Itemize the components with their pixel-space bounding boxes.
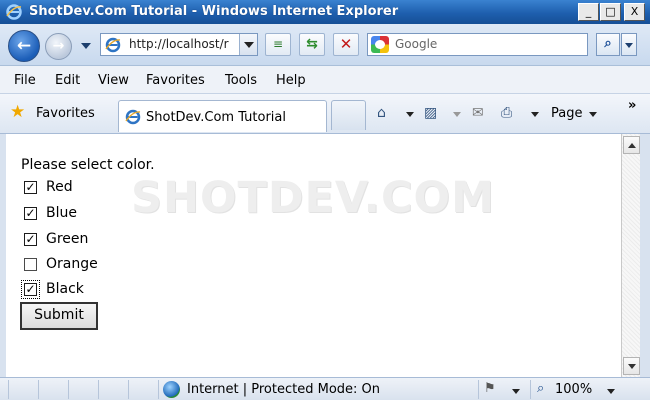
checkbox-red[interactable]: ✓: [24, 181, 37, 194]
rss-icon[interactable]: ▨: [424, 105, 437, 121]
option-label: Black: [46, 281, 84, 297]
arrow-right-icon: →: [52, 38, 65, 54]
minimize-button[interactable]: _: [578, 3, 599, 21]
security-zone[interactable]: Internet | Protected Mode: On: [187, 382, 380, 397]
page-icon: [125, 109, 141, 125]
zoom-dropdown[interactable]: [607, 389, 615, 394]
window-title: ShotDev.Com Tutorial - Windows Internet …: [29, 4, 399, 19]
address-bar[interactable]: http://localhost/r: [100, 33, 258, 56]
print-icon[interactable]: ⎙: [501, 105, 512, 121]
compatibility-view-button[interactable]: ≡: [265, 33, 291, 56]
address-input[interactable]: http://localhost/r: [129, 37, 237, 51]
ie-logo-icon: [6, 4, 22, 20]
title-bar: ShotDev.Com Tutorial - Windows Internet …: [0, 0, 650, 24]
menu-favorites[interactable]: Favorites: [146, 73, 205, 88]
status-bar: Internet | Protected Mode: On ⚑ ⌕ 100%: [0, 377, 650, 400]
mail-icon[interactable]: ✉: [472, 105, 484, 121]
navigation-bar: ← → http://localhost/r ≡ ⇆ ✕ Google ⌕: [0, 24, 650, 66]
checkbox-blue[interactable]: ✓: [24, 207, 37, 220]
prompt-text: Please select color.: [21, 157, 155, 173]
tab-shotdev[interactable]: ShotDev.Com Tutorial: [118, 100, 327, 132]
status-pane: [68, 380, 98, 399]
address-dropdown-button[interactable]: [239, 34, 257, 55]
print-dropdown[interactable]: [531, 112, 539, 117]
menu-view[interactable]: View: [98, 73, 129, 88]
search-button[interactable]: ⌕: [596, 33, 620, 56]
security-icon[interactable]: ⚑: [484, 381, 496, 396]
star-icon: ★: [10, 102, 26, 122]
scroll-up-button[interactable]: [623, 136, 640, 154]
option-label: Red: [46, 179, 73, 195]
search-box[interactable]: Google: [367, 33, 588, 56]
menu-bar: File Edit View Favorites Tools Help: [0, 66, 650, 94]
search-icon: ⌕: [604, 36, 612, 51]
tab-title: ShotDev.Com Tutorial: [146, 110, 286, 125]
back-button[interactable]: ←: [8, 30, 40, 62]
scroll-down-button[interactable]: [623, 357, 640, 375]
status-pane: [128, 380, 158, 399]
favorites-button[interactable]: Favorites: [36, 106, 95, 121]
zoom-level[interactable]: 100%: [555, 382, 592, 397]
refresh-button[interactable]: ⇆: [299, 33, 325, 56]
status-pane: [8, 380, 38, 399]
page-menu[interactable]: Page: [551, 106, 582, 121]
zoom-icon[interactable]: ⌕: [537, 381, 544, 396]
menu-tools[interactable]: Tools: [225, 73, 257, 88]
menu-file[interactable]: File: [14, 73, 36, 88]
checkbox-green[interactable]: ✓: [24, 233, 37, 246]
security-dropdown[interactable]: [512, 389, 520, 394]
page-icon: [105, 37, 121, 53]
feeds-dropdown[interactable]: [453, 112, 461, 117]
refresh-icon: ⇆: [306, 36, 318, 52]
home-dropdown[interactable]: [406, 112, 414, 117]
home-icon[interactable]: ⌂: [377, 105, 386, 121]
forward-button[interactable]: →: [45, 33, 72, 60]
option-label: Green: [46, 231, 89, 247]
vertical-scrollbar[interactable]: [621, 134, 640, 377]
status-pane: [98, 380, 128, 399]
option-label: Blue: [46, 205, 77, 221]
new-tab-button[interactable]: [331, 100, 366, 130]
submit-button[interactable]: Submit: [20, 302, 98, 330]
search-input[interactable]: Google: [395, 37, 437, 51]
checkbox-black[interactable]: ✓: [21, 280, 40, 299]
compatibility-icon: ≡: [272, 37, 284, 51]
close-button[interactable]: X: [624, 3, 645, 21]
globe-icon: [163, 381, 180, 398]
window-frame-right: [640, 134, 650, 400]
more-commands-button[interactable]: »: [628, 98, 636, 113]
search-options-button[interactable]: [621, 33, 637, 56]
option-label: Orange: [46, 256, 98, 272]
maximize-button[interactable]: □: [600, 3, 621, 21]
checkbox-orange[interactable]: [24, 258, 37, 271]
page-content: SHOTDEV.COM Please select color. ✓ Red ✓…: [6, 134, 620, 377]
page-menu-dropdown[interactable]: [589, 112, 597, 117]
watermark: SHOTDEV.COM: [131, 173, 495, 223]
favorites-bar: ★ Favorites ShotDev.Com Tutorial ⌂ ▨ ✉ ⎙…: [0, 94, 650, 134]
menu-help[interactable]: Help: [276, 73, 306, 88]
arrow-left-icon: ←: [16, 36, 32, 56]
recent-pages-dropdown[interactable]: [81, 43, 91, 49]
status-pane: [38, 380, 68, 399]
google-icon: [371, 36, 389, 53]
stop-icon: ✕: [339, 35, 353, 53]
stop-button[interactable]: ✕: [333, 33, 359, 56]
menu-edit[interactable]: Edit: [55, 73, 80, 88]
